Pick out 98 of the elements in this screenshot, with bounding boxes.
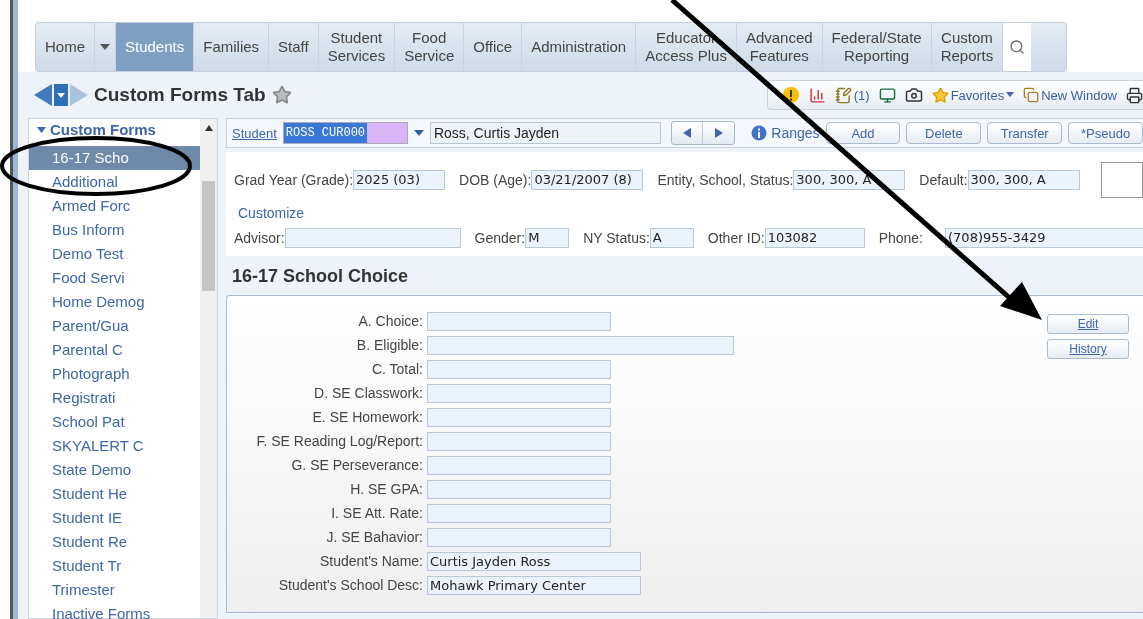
print-icon[interactable] xyxy=(1126,86,1143,104)
nav-tab[interactable]: Home xyxy=(36,23,95,71)
search-button[interactable] xyxy=(1003,23,1032,71)
field-label: H. SE GPA: xyxy=(349,480,423,499)
field-label: F. SE Reading Log/Report: xyxy=(255,432,423,451)
sidebar-item[interactable]: State Demo xyxy=(29,458,200,482)
scroll-up-icon[interactable] xyxy=(204,125,213,131)
dropdown-caret-icon[interactable] xyxy=(414,130,424,136)
field-label: A. Choice: xyxy=(357,312,423,331)
favorites-menu[interactable]: Favorites xyxy=(931,86,1015,104)
info-field: A xyxy=(649,228,694,248)
sidebar-item[interactable]: Photograph xyxy=(29,362,200,386)
field-label: Other ID: xyxy=(707,230,765,246)
star-icon xyxy=(931,86,949,104)
info-field: 103082 xyxy=(764,228,865,248)
sidebar-item[interactable]: School Pat xyxy=(29,410,200,434)
form-field: Curtis Jayden Ross xyxy=(427,552,641,571)
field-label: DOB (Age): xyxy=(459,172,532,188)
back-arrow-icon[interactable] xyxy=(34,84,54,106)
left-triangle-icon xyxy=(683,128,692,138)
sidebar-item[interactable]: Demo Test xyxy=(29,242,200,266)
favorite-star-icon[interactable] xyxy=(271,85,292,105)
camera-icon[interactable] xyxy=(904,86,923,104)
sidebar-item[interactable]: Student He xyxy=(29,482,200,506)
field-label: I. SE Att. Rate: xyxy=(330,504,423,523)
new-window-button[interactable]: New Window xyxy=(1023,87,1117,103)
field-label: D. SE Classwork: xyxy=(313,384,423,403)
nav-tab[interactable]: Office xyxy=(464,23,523,71)
field-label: Phone: xyxy=(878,230,923,246)
nav-tab[interactable]: Administration xyxy=(522,23,637,71)
sidebar-item[interactable]: Home Demog xyxy=(29,290,200,314)
field-label: J. SE Bahavior: xyxy=(325,528,423,547)
sidebar-item[interactable]: Inactive Forms xyxy=(29,602,200,619)
sidebar-item[interactable]: 16-17 Scho xyxy=(29,146,200,170)
student-name-field[interactable]: Ross, Curtis Jayden xyxy=(429,122,662,144)
nav-tab[interactable]: Student Services xyxy=(318,23,396,71)
ranges-link[interactable]: Ranges xyxy=(751,125,820,141)
chart-icon[interactable] xyxy=(808,86,826,104)
sidebar-item[interactable]: Student Tr xyxy=(29,554,200,578)
sidebar-item[interactable]: Student IE xyxy=(29,506,200,530)
info-field: M xyxy=(525,228,570,248)
nav-tab[interactable]: Families xyxy=(194,23,270,71)
action-button[interactable]: Transfer xyxy=(987,122,1063,144)
sidebar-item[interactable]: Armed Forc xyxy=(29,194,200,218)
alert-icon[interactable] xyxy=(781,86,800,104)
sidebar-item[interactable]: Registrati xyxy=(29,386,200,410)
info-icon xyxy=(751,125,768,141)
student-id-field[interactable]: ROSS CUR000 xyxy=(282,122,409,144)
action-button[interactable]: Add xyxy=(825,122,901,144)
form-field: Mohawk Primary Center xyxy=(427,576,641,595)
nav-tab[interactable]: Federal/State Reporting xyxy=(822,23,932,71)
scrollbar[interactable] xyxy=(200,119,217,618)
field-label: G. SE Perseverance: xyxy=(290,456,423,475)
sidebar-item[interactable]: Trimester xyxy=(29,578,200,602)
field-label: C. Total: xyxy=(370,360,423,379)
scroll-thumb[interactable] xyxy=(202,181,215,291)
page-title: Custom Forms Tab xyxy=(94,84,266,106)
info-field: 03/21/2007 (8) xyxy=(531,170,644,190)
sidebar-item[interactable]: Additional xyxy=(29,170,200,194)
action-button[interactable]: *Pseudo xyxy=(1068,122,1143,144)
sidebar-item[interactable]: Food Servi xyxy=(29,266,200,290)
nav-tab[interactable]: Staff xyxy=(269,23,319,71)
field-label: Grad Year (Grade): xyxy=(234,172,354,188)
history-dropdown-icon[interactable] xyxy=(54,84,68,106)
field-label: Gender: xyxy=(474,230,526,246)
form-button[interactable]: Edit xyxy=(1047,314,1129,334)
right-triangle-icon xyxy=(714,128,723,138)
sidebar-item[interactable]: SKYALERT C xyxy=(29,434,200,458)
form-button[interactable]: History xyxy=(1047,339,1129,359)
info-field: (708)955-3429 xyxy=(945,228,1143,248)
monitor-icon[interactable] xyxy=(878,86,896,104)
sidebar-item[interactable]: Parent/Gua xyxy=(29,314,200,338)
field-label: B. Eligible: xyxy=(355,336,423,355)
nav-tab[interactable]: Advanced Features xyxy=(736,23,823,71)
field-label: Student's Name: xyxy=(318,552,423,571)
search-icon xyxy=(1009,39,1026,55)
info-field: 300, 300, A xyxy=(793,170,906,190)
action-button[interactable]: Delete xyxy=(906,122,982,144)
field-label: E. SE Homework: xyxy=(311,408,423,427)
nav-tab[interactable]: Food Service xyxy=(395,23,465,71)
field-label: Default: xyxy=(919,172,968,188)
caret-icon xyxy=(37,126,46,133)
copy-icon xyxy=(1023,87,1040,103)
sidebar-item[interactable]: Parental C xyxy=(29,338,200,362)
student-link[interactable]: Student xyxy=(232,125,277,141)
notes-button[interactable]: (1) xyxy=(834,86,870,104)
field-label: Entity, School, Status: xyxy=(657,172,794,188)
sidebar-header[interactable]: Custom Forms xyxy=(29,121,200,138)
info-field: 2025 (03) xyxy=(353,170,446,190)
field-label: Advisor: xyxy=(234,230,285,246)
field-label: NY Status: xyxy=(583,230,650,246)
field-label: Student's School Desc: xyxy=(277,576,423,595)
sidebar-item[interactable]: Bus Inform xyxy=(29,218,200,242)
info-field: 300, 300, A xyxy=(967,170,1080,190)
sidebar-item[interactable]: Student Re xyxy=(29,530,200,554)
section-title: 16-17 School Choice xyxy=(231,265,410,288)
caret-icon xyxy=(1006,92,1015,98)
customize-link[interactable]: Customize xyxy=(238,205,305,221)
